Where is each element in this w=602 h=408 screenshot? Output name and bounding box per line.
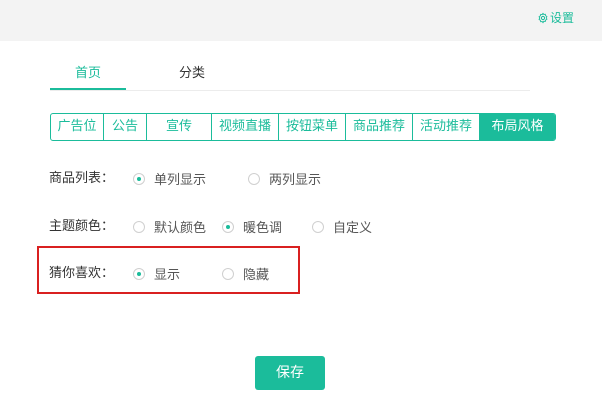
section-button-menu[interactable]: 按钮菜单 [279, 114, 346, 140]
radio-label: 自定义 [333, 221, 373, 236]
radio-default-color[interactable]: 默认颜色 [133, 217, 206, 236]
radio-custom-color[interactable]: 自定义 [312, 217, 372, 236]
product-list-row: 商品列表： [49, 166, 114, 186]
radio-label: 两列显示 [269, 173, 322, 188]
radio-button[interactable] [248, 172, 260, 185]
radio-label: 单列显示 [154, 173, 207, 188]
section-ad-slot[interactable]: 广告位 [51, 114, 104, 140]
save-button[interactable]: 保存 [255, 356, 325, 390]
section-activity-recommend[interactable]: 活动推荐 [413, 114, 480, 140]
radio-single-column[interactable]: 单列显示 [133, 169, 206, 188]
theme-color-row: 主题颜色： [49, 214, 114, 234]
top-bar: 设置 [0, 0, 602, 41]
main-tabs: 首页 分类 [50, 59, 530, 91]
radio-button-checked[interactable] [222, 220, 234, 233]
section-promo[interactable]: 宣传 [147, 114, 212, 140]
section-layout-style[interactable]: 布局风格 [480, 114, 555, 140]
radio-two-columns[interactable]: 两列显示 [248, 169, 321, 188]
gear-icon [538, 12, 548, 23]
radio-button[interactable] [312, 220, 324, 233]
radio-warm-tone[interactable]: 暖色调 [222, 217, 282, 236]
section-selector: 广告位 公告 宣传 视频直播 按钮菜单 商品推荐 活动推荐 布局风格 [50, 113, 556, 141]
radio-button-checked[interactable] [133, 172, 145, 185]
section-product-recommend[interactable]: 商品推荐 [346, 114, 413, 140]
radio-label: 暖色调 [243, 221, 283, 236]
product-list-label: 商品列表： [49, 170, 115, 186]
highlight-box [37, 246, 300, 294]
section-live-video[interactable]: 视频直播 [212, 114, 279, 140]
theme-color-label: 主题颜色： [49, 218, 115, 234]
radio-button[interactable] [133, 220, 145, 233]
tab-home[interactable]: 首页 [50, 59, 126, 90]
settings-link[interactable]: 设置 [537, 9, 574, 26]
radio-label: 默认颜色 [154, 221, 207, 236]
tab-category[interactable]: 分类 [154, 59, 230, 89]
section-notice[interactable]: 公告 [104, 114, 147, 140]
settings-label: 设置 [549, 11, 574, 25]
